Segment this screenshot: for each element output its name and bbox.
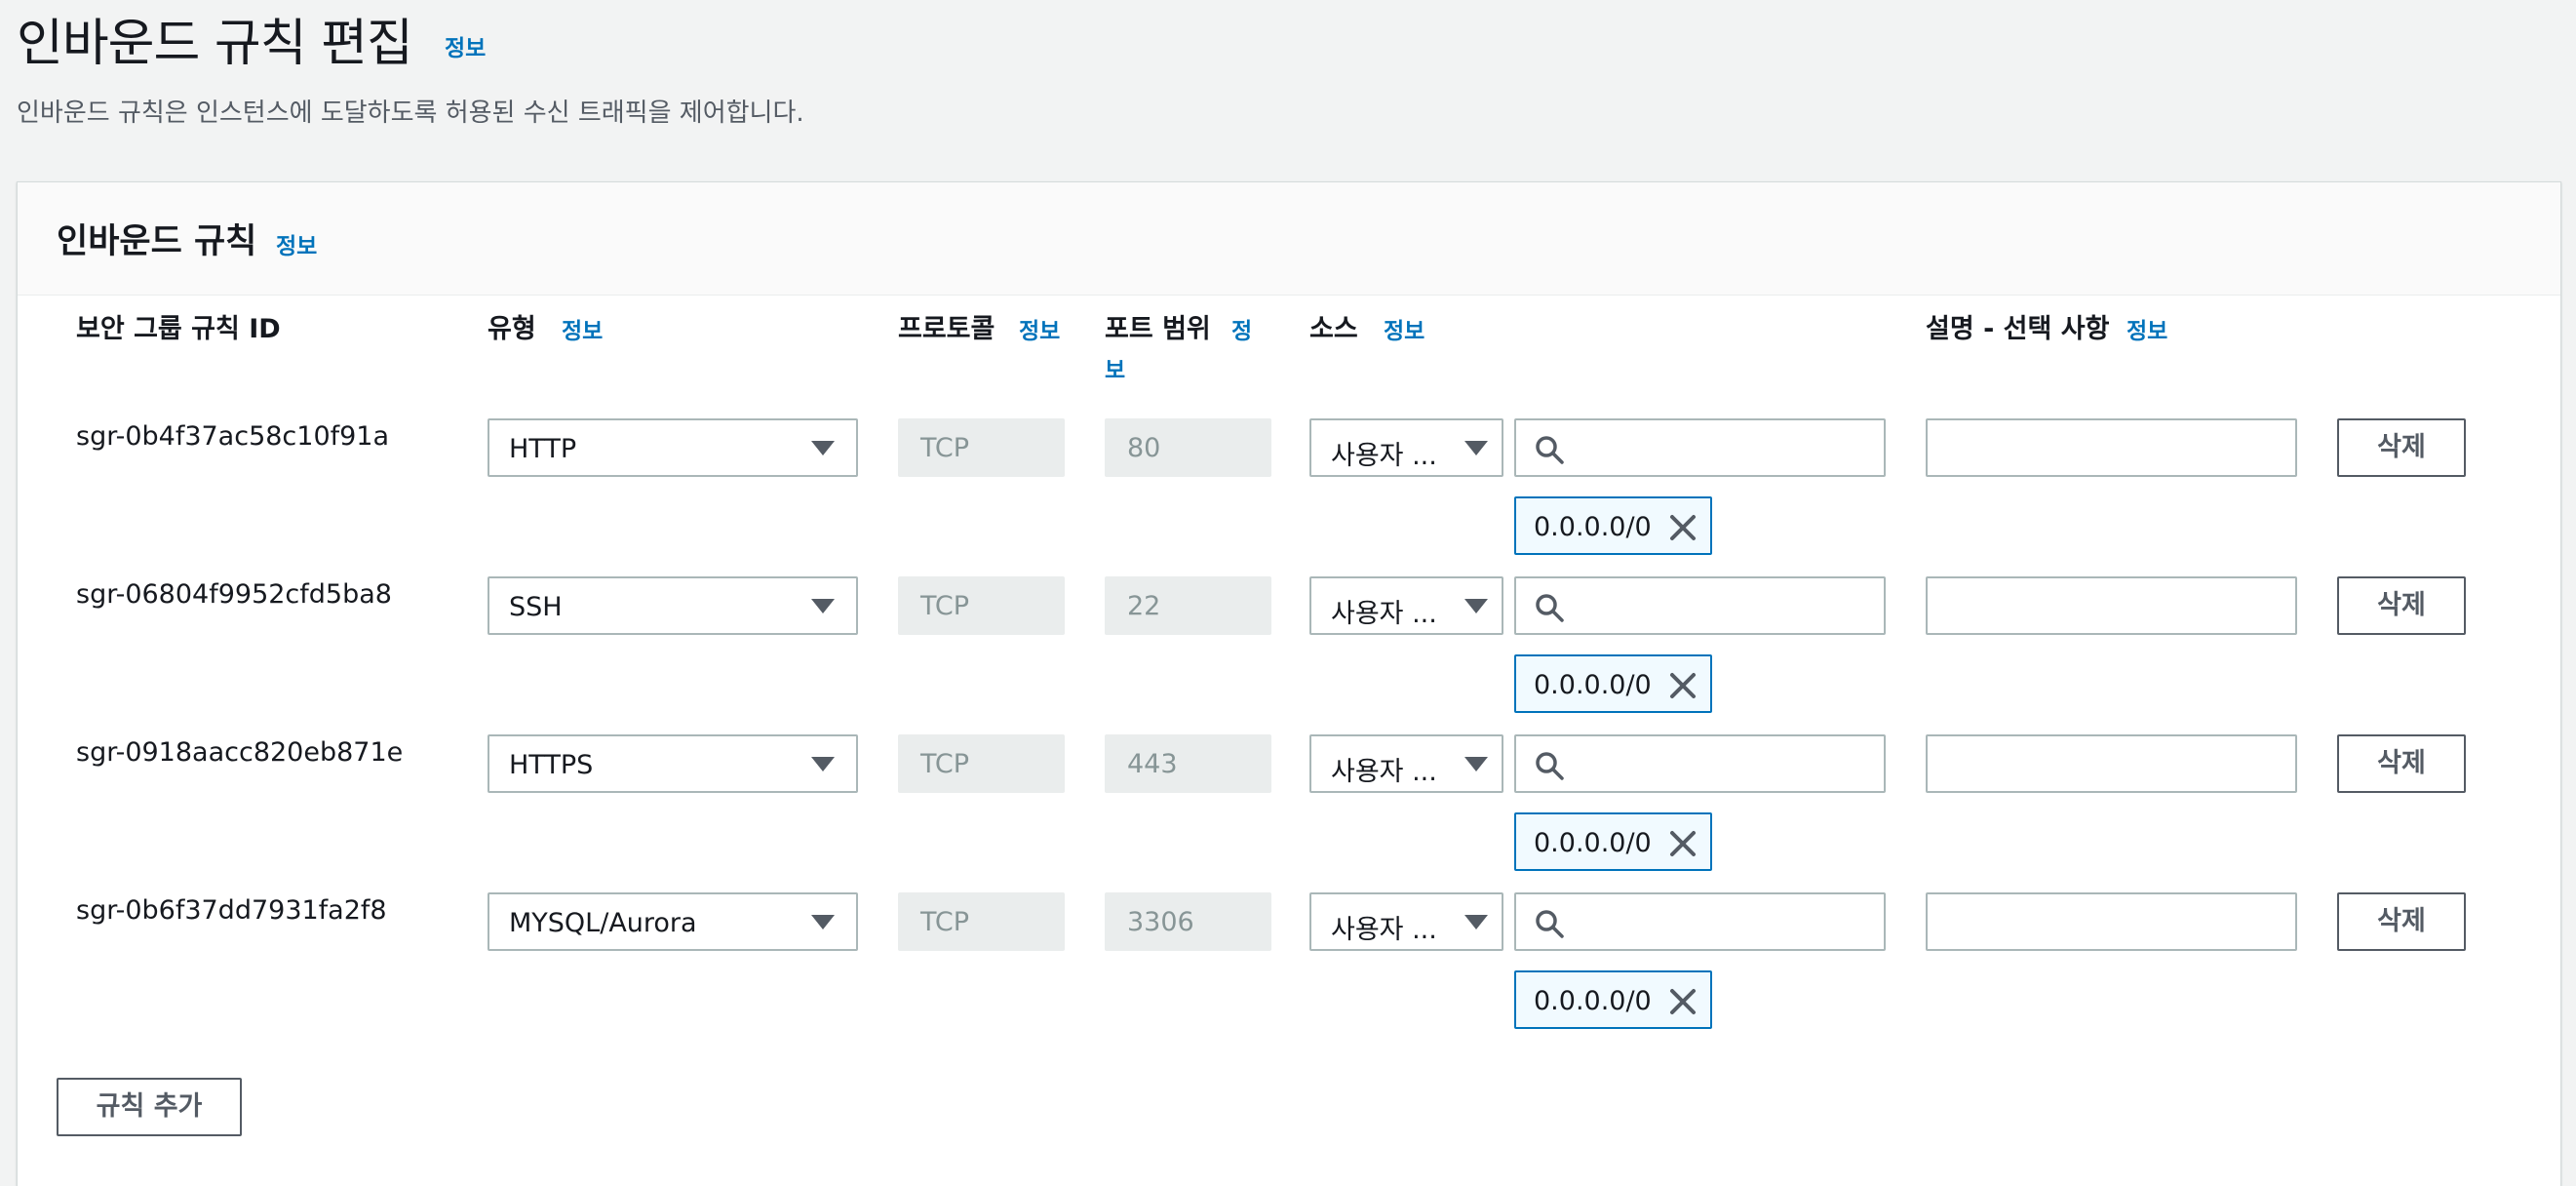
column-header-type: 유형 (488, 314, 536, 344)
delete-rule-button[interactable]: 삭제 (2337, 734, 2466, 793)
source-type-select[interactable]: 사용자 ... (1309, 734, 1503, 793)
search-icon (1536, 752, 1564, 780)
type-select[interactable]: SSH (488, 576, 858, 635)
page-title-info-link[interactable]: 정보 (445, 29, 486, 62)
cidr-token-value: 0.0.0.0/0 (1534, 986, 1652, 1016)
delete-rule-button[interactable]: 삭제 (2337, 576, 2466, 635)
caret-down-icon (811, 915, 835, 929)
source-search-input[interactable] (1514, 892, 1886, 951)
source-type-select[interactable]: 사용자 ... (1309, 892, 1503, 951)
description-input[interactable] (1926, 892, 2297, 951)
source-search-input[interactable] (1514, 418, 1886, 477)
cidr-token-value: 0.0.0.0/0 (1534, 670, 1652, 700)
source-type-value: 사용자 ... (1331, 599, 1437, 629)
caret-down-icon (1464, 915, 1488, 929)
cidr-token-value: 0.0.0.0/0 (1534, 512, 1652, 542)
search-icon (1536, 594, 1564, 622)
delete-rule-button[interactable]: 삭제 (2337, 892, 2466, 951)
port-range-info-link-part1[interactable]: 정 (1231, 312, 1252, 345)
type-select[interactable]: MYSQL/Aurora (488, 892, 858, 951)
column-header-description: 설명 - 선택 사항 (1926, 314, 2110, 344)
protocol-field: TCP (898, 418, 1065, 477)
rule-id: sgr-0b6f37dd7931fa2f8 (76, 895, 387, 926)
cidr-token: 0.0.0.0/0 (1514, 970, 1712, 1029)
source-search-input[interactable] (1514, 576, 1886, 635)
caret-down-icon (811, 757, 835, 771)
type-info-link[interactable]: 정보 (562, 312, 603, 345)
type-select-value: HTTP (509, 434, 577, 464)
page-title: 인바운드 규칙 편집 (17, 15, 413, 73)
source-search-input[interactable] (1514, 734, 1886, 793)
source-type-select[interactable]: 사용자 ... (1309, 576, 1503, 635)
column-header-port-range: 포트 범위 (1105, 314, 1211, 344)
close-icon[interactable] (1667, 512, 1698, 543)
caret-down-icon (1464, 757, 1488, 771)
source-type-value: 사용자 ... (1331, 757, 1437, 787)
source-info-link[interactable]: 정보 (1384, 312, 1425, 345)
source-type-value: 사용자 ... (1331, 441, 1437, 471)
panel-title-info-link[interactable]: 정보 (276, 227, 317, 260)
column-header-rule-id: 보안 그룹 규칙 ID (76, 314, 281, 344)
add-rule-button[interactable]: 규칙 추가 (57, 1078, 242, 1136)
rule-id: sgr-06804f9952cfd5ba8 (76, 579, 392, 610)
protocol-field: TCP (898, 576, 1065, 635)
source-type-select[interactable]: 사용자 ... (1309, 418, 1503, 477)
search-icon (1536, 436, 1564, 464)
rule-id: sgr-0b4f37ac58c10f91a (76, 421, 390, 452)
close-icon[interactable] (1667, 986, 1698, 1017)
type-select-value: MYSQL/Aurora (509, 908, 697, 938)
protocol-field: TCP (898, 892, 1065, 951)
description-input[interactable] (1926, 734, 2297, 793)
type-select[interactable]: HTTP (488, 418, 858, 477)
cidr-token: 0.0.0.0/0 (1514, 654, 1712, 713)
column-header-source: 소스 (1309, 314, 1358, 344)
protocol-field: TCP (898, 734, 1065, 793)
inbound-rules-panel: 인바운드 규칙 정보 보안 그룹 규칙 ID 유형 정보 프로토콜 정보 포트 … (17, 181, 2561, 1186)
close-icon[interactable] (1667, 828, 1698, 859)
column-header-protocol: 프로토콜 (898, 314, 995, 344)
cidr-token-value: 0.0.0.0/0 (1534, 828, 1652, 858)
port-range-field: 80 (1105, 418, 1271, 477)
type-select-value: HTTPS (509, 750, 594, 780)
type-select-value: SSH (509, 592, 563, 622)
description-info-link[interactable]: 정보 (2127, 312, 2167, 345)
source-type-value: 사용자 ... (1331, 915, 1437, 945)
panel-title: 인바운드 규칙 (57, 222, 257, 261)
search-icon (1536, 910, 1564, 938)
caret-down-icon (1464, 599, 1488, 613)
description-input[interactable] (1926, 576, 2297, 635)
description-input[interactable] (1926, 418, 2297, 477)
page-description: 인바운드 규칙은 인스턴스에 도달하도록 허용된 수신 트래픽을 제어합니다. (17, 99, 804, 128)
delete-rule-button[interactable]: 삭제 (2337, 418, 2466, 477)
caret-down-icon (811, 599, 835, 613)
caret-down-icon (1464, 441, 1488, 455)
protocol-info-link[interactable]: 정보 (1019, 312, 1060, 345)
port-range-field: 3306 (1105, 892, 1271, 951)
cidr-token: 0.0.0.0/0 (1514, 812, 1712, 871)
port-range-field: 22 (1105, 576, 1271, 635)
close-icon[interactable] (1667, 670, 1698, 701)
cidr-token: 0.0.0.0/0 (1514, 496, 1712, 555)
rule-id: sgr-0918aacc820eb871e (76, 737, 404, 768)
port-range-info-link-part2[interactable]: 보 (1105, 351, 1125, 384)
caret-down-icon (811, 441, 835, 455)
type-select[interactable]: HTTPS (488, 734, 858, 793)
port-range-field: 443 (1105, 734, 1271, 793)
panel-header: 인바운드 규칙 정보 (18, 182, 2560, 296)
